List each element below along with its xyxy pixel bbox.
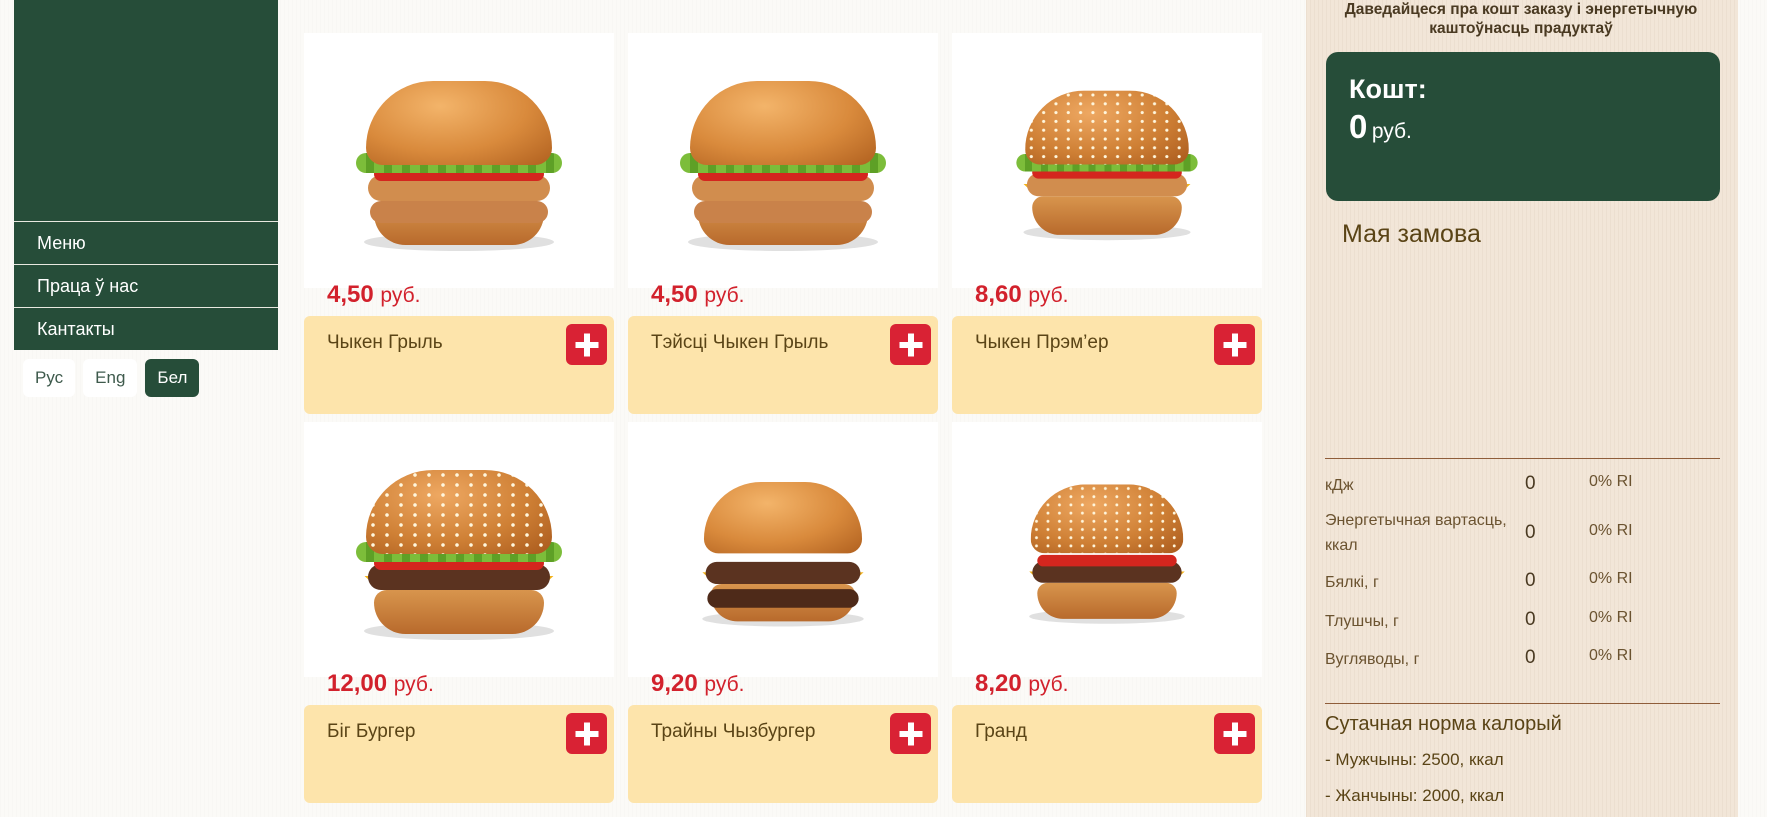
language-switcher: Рус Eng Бел bbox=[14, 359, 278, 397]
product-name: Біг Бургер bbox=[327, 721, 416, 742]
nav-item-careers[interactable]: Праца ў нас bbox=[14, 264, 278, 307]
product-price: 4,50 руб. bbox=[651, 281, 745, 308]
logo-area bbox=[14, 0, 278, 221]
add-to-order-button[interactable] bbox=[566, 713, 607, 754]
product-image[interactable] bbox=[628, 422, 938, 677]
lang-en-button[interactable]: Eng bbox=[83, 359, 138, 397]
product-name: Трайны Чызбургер bbox=[651, 721, 816, 742]
product-price: 8,60 руб. bbox=[975, 281, 1069, 308]
product-info: Трайны Чызбургер bbox=[628, 705, 938, 803]
order-panel: Даведайцеся пра кошт заказу і энергетычн… bbox=[1306, 0, 1738, 817]
lang-be-button[interactable]: Бел bbox=[145, 359, 200, 397]
product-name: Чыкен Грыль bbox=[327, 332, 443, 353]
product-image[interactable] bbox=[952, 33, 1262, 288]
add-to-order-button[interactable] bbox=[1214, 324, 1255, 365]
cost-value: 0 руб. bbox=[1349, 108, 1412, 145]
daily-norm-women: - Жанчыны: 2000, ккал bbox=[1325, 786, 1505, 805]
add-to-order-button[interactable] bbox=[890, 713, 931, 754]
nav-item-contacts[interactable]: Кантакты bbox=[14, 307, 278, 350]
divider bbox=[1325, 458, 1720, 459]
product-card: 8,60 руб. Чыкен Прэм’ер bbox=[952, 33, 1262, 414]
add-to-order-button[interactable] bbox=[890, 324, 931, 365]
product-price: 12,00 руб. bbox=[327, 670, 434, 697]
product-info: Чыкен Прэм’ер bbox=[952, 316, 1262, 414]
product-name: Чыкен Прэм’ер bbox=[975, 332, 1109, 353]
burger-icon bbox=[685, 465, 881, 635]
product-info: Гранд bbox=[952, 705, 1262, 803]
product-info: Тэйсці Чыкен Грыль bbox=[628, 316, 938, 414]
product-price: 8,20 руб. bbox=[975, 670, 1069, 697]
product-image[interactable] bbox=[304, 422, 614, 677]
burger-icon bbox=[344, 450, 574, 650]
order-title: Мая замова bbox=[1342, 220, 1481, 248]
product-price: 4,50 руб. bbox=[327, 281, 421, 308]
product-info: Біг Бургер bbox=[304, 705, 614, 803]
product-name: Тэйсці Чыкен Грыль bbox=[651, 332, 829, 353]
product-card: 4,50 руб. Чыкен Грыль bbox=[304, 33, 614, 414]
burger-icon bbox=[344, 61, 574, 261]
product-image[interactable] bbox=[952, 422, 1262, 677]
product-card: 4,50 руб. Тэйсці Чыкен Грыль bbox=[628, 33, 938, 414]
cost-box: Кошт: 0 руб. bbox=[1326, 52, 1720, 201]
cost-title: Кошт: bbox=[1349, 74, 1427, 104]
product-name: Гранд bbox=[975, 721, 1027, 742]
product-info: Чыкен Грыль bbox=[304, 316, 614, 414]
divider bbox=[1325, 703, 1720, 704]
product-image[interactable] bbox=[304, 33, 614, 288]
daily-norm-men: - Мужчыны: 2500, ккал bbox=[1325, 750, 1504, 769]
sidebar: Меню Праца ў нас Кантакты Рус Eng Бел bbox=[14, 0, 278, 397]
lang-ru-button[interactable]: Рус bbox=[23, 359, 76, 397]
product-card: 12,00 руб. Біг Бургер bbox=[304, 422, 614, 803]
product-card: 8,20 руб. Гранд bbox=[952, 422, 1262, 803]
product-grid: 4,50 руб. Чыкен Грыль 4,50 руб. Тэйсці Ч… bbox=[304, 33, 1262, 803]
panel-intro-text: Даведайцеся пра кошт заказу і энергетычн… bbox=[1344, 1, 1698, 37]
product-price: 9,20 руб. bbox=[651, 670, 745, 697]
burger-icon bbox=[668, 61, 898, 261]
product-image[interactable] bbox=[628, 33, 938, 288]
burger-icon bbox=[1013, 468, 1202, 632]
daily-norm-title: Сутачная норма калорый bbox=[1325, 713, 1562, 735]
add-to-order-button[interactable] bbox=[1214, 713, 1255, 754]
nav-item-menu[interactable]: Меню bbox=[14, 221, 278, 264]
product-card: 9,20 руб. Трайны Чызбургер bbox=[628, 422, 938, 803]
burger-icon bbox=[1006, 73, 1208, 249]
add-to-order-button[interactable] bbox=[566, 324, 607, 365]
